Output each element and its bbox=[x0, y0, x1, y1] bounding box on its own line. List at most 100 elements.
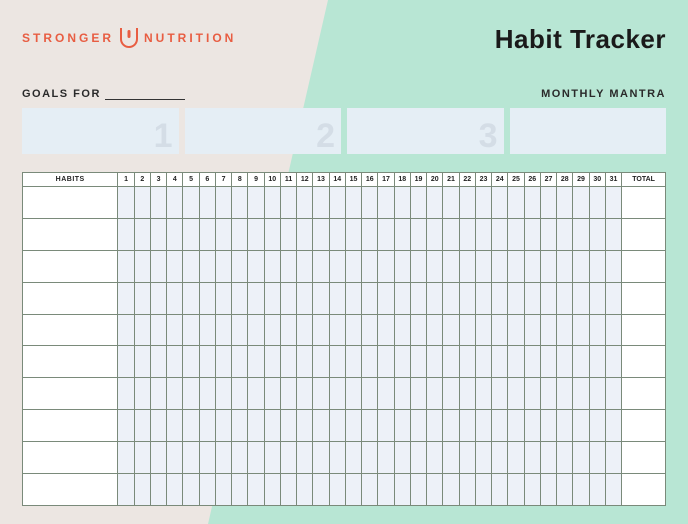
day-cell[interactable] bbox=[557, 346, 573, 378]
day-cell[interactable] bbox=[297, 282, 313, 314]
day-cell[interactable] bbox=[345, 346, 361, 378]
day-cell[interactable] bbox=[540, 474, 556, 506]
total-cell[interactable] bbox=[622, 474, 666, 506]
day-cell[interactable] bbox=[199, 282, 215, 314]
day-cell[interactable] bbox=[183, 187, 199, 219]
day-cell[interactable] bbox=[232, 282, 248, 314]
day-cell[interactable] bbox=[573, 314, 589, 346]
day-cell[interactable] bbox=[605, 314, 621, 346]
total-cell[interactable] bbox=[622, 410, 666, 442]
day-cell[interactable] bbox=[150, 250, 166, 282]
day-cell[interactable] bbox=[492, 218, 508, 250]
total-cell[interactable] bbox=[622, 442, 666, 474]
day-cell[interactable] bbox=[475, 218, 491, 250]
day-cell[interactable] bbox=[264, 378, 280, 410]
day-cell[interactable] bbox=[313, 474, 329, 506]
day-cell[interactable] bbox=[150, 218, 166, 250]
day-cell[interactable] bbox=[118, 282, 134, 314]
day-cell[interactable] bbox=[378, 218, 394, 250]
day-cell[interactable] bbox=[183, 474, 199, 506]
day-cell[interactable] bbox=[410, 282, 426, 314]
mantra-box[interactable] bbox=[510, 108, 667, 154]
day-cell[interactable] bbox=[573, 187, 589, 219]
day-cell[interactable] bbox=[150, 378, 166, 410]
day-cell[interactable] bbox=[297, 442, 313, 474]
day-cell[interactable] bbox=[524, 314, 540, 346]
day-cell[interactable] bbox=[540, 410, 556, 442]
day-cell[interactable] bbox=[459, 282, 475, 314]
day-cell[interactable] bbox=[410, 410, 426, 442]
habit-name-cell[interactable] bbox=[23, 410, 118, 442]
day-cell[interactable] bbox=[248, 410, 264, 442]
day-cell[interactable] bbox=[280, 218, 296, 250]
day-cell[interactable] bbox=[264, 187, 280, 219]
day-cell[interactable] bbox=[427, 250, 443, 282]
day-cell[interactable] bbox=[443, 442, 459, 474]
day-cell[interactable] bbox=[605, 346, 621, 378]
day-cell[interactable] bbox=[362, 346, 378, 378]
day-cell[interactable] bbox=[118, 378, 134, 410]
day-cell[interactable] bbox=[573, 378, 589, 410]
day-cell[interactable] bbox=[313, 314, 329, 346]
day-cell[interactable] bbox=[264, 410, 280, 442]
day-cell[interactable] bbox=[345, 442, 361, 474]
day-cell[interactable] bbox=[589, 474, 605, 506]
day-cell[interactable] bbox=[589, 442, 605, 474]
goal-box-3[interactable]: 3 bbox=[347, 108, 504, 154]
day-cell[interactable] bbox=[345, 314, 361, 346]
day-cell[interactable] bbox=[183, 250, 199, 282]
day-cell[interactable] bbox=[150, 282, 166, 314]
day-cell[interactable] bbox=[280, 250, 296, 282]
day-cell[interactable] bbox=[459, 442, 475, 474]
day-cell[interactable] bbox=[297, 410, 313, 442]
day-cell[interactable] bbox=[329, 378, 345, 410]
day-cell[interactable] bbox=[459, 187, 475, 219]
day-cell[interactable] bbox=[378, 410, 394, 442]
day-cell[interactable] bbox=[150, 346, 166, 378]
day-cell[interactable] bbox=[589, 378, 605, 410]
day-cell[interactable] bbox=[573, 218, 589, 250]
day-cell[interactable] bbox=[134, 282, 150, 314]
day-cell[interactable] bbox=[508, 282, 524, 314]
day-cell[interactable] bbox=[280, 314, 296, 346]
total-cell[interactable] bbox=[622, 187, 666, 219]
day-cell[interactable] bbox=[345, 378, 361, 410]
day-cell[interactable] bbox=[540, 378, 556, 410]
day-cell[interactable] bbox=[215, 187, 231, 219]
day-cell[interactable] bbox=[475, 187, 491, 219]
day-cell[interactable] bbox=[167, 187, 183, 219]
day-cell[interactable] bbox=[280, 410, 296, 442]
day-cell[interactable] bbox=[264, 314, 280, 346]
day-cell[interactable] bbox=[329, 442, 345, 474]
habit-name-cell[interactable] bbox=[23, 282, 118, 314]
day-cell[interactable] bbox=[524, 282, 540, 314]
day-cell[interactable] bbox=[167, 410, 183, 442]
day-cell[interactable] bbox=[589, 218, 605, 250]
day-cell[interactable] bbox=[475, 282, 491, 314]
day-cell[interactable] bbox=[508, 187, 524, 219]
day-cell[interactable] bbox=[232, 474, 248, 506]
day-cell[interactable] bbox=[150, 314, 166, 346]
day-cell[interactable] bbox=[557, 314, 573, 346]
day-cell[interactable] bbox=[150, 410, 166, 442]
day-cell[interactable] bbox=[215, 378, 231, 410]
day-cell[interactable] bbox=[183, 410, 199, 442]
day-cell[interactable] bbox=[118, 314, 134, 346]
day-cell[interactable] bbox=[427, 282, 443, 314]
day-cell[interactable] bbox=[329, 474, 345, 506]
day-cell[interactable] bbox=[605, 218, 621, 250]
total-cell[interactable] bbox=[622, 218, 666, 250]
day-cell[interactable] bbox=[410, 250, 426, 282]
day-cell[interactable] bbox=[264, 282, 280, 314]
total-cell[interactable] bbox=[622, 250, 666, 282]
day-cell[interactable] bbox=[362, 187, 378, 219]
day-cell[interactable] bbox=[459, 314, 475, 346]
day-cell[interactable] bbox=[248, 442, 264, 474]
day-cell[interactable] bbox=[215, 410, 231, 442]
day-cell[interactable] bbox=[264, 346, 280, 378]
day-cell[interactable] bbox=[394, 378, 410, 410]
day-cell[interactable] bbox=[118, 474, 134, 506]
day-cell[interactable] bbox=[118, 187, 134, 219]
day-cell[interactable] bbox=[443, 282, 459, 314]
day-cell[interactable] bbox=[459, 410, 475, 442]
